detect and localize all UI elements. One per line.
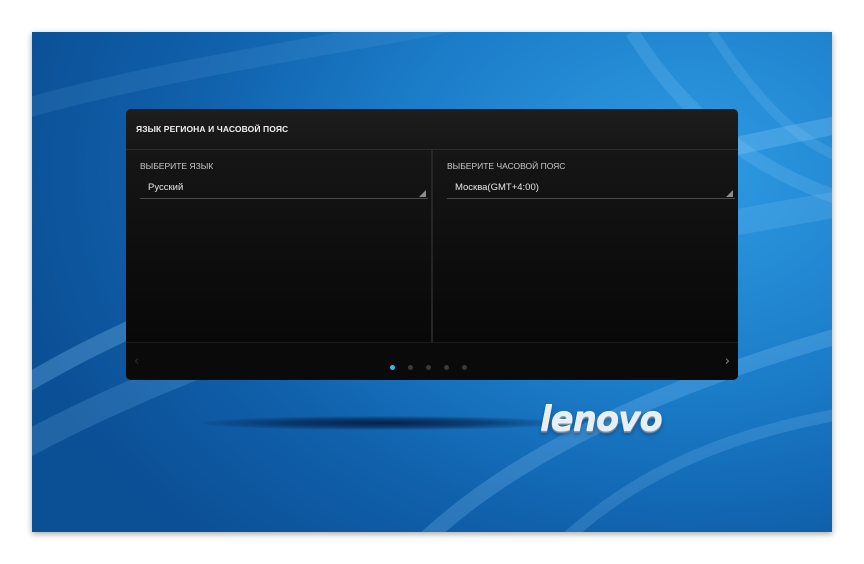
logo-shadow — [202, 416, 562, 430]
timezone-spinner-value: Москва(GMT+4:00) — [455, 182, 539, 193]
timezone-label: ВЫБЕРИТЕ ЧАСОВОЙ ПОЯС — [447, 161, 566, 171]
lenovo-setup-screen: lenovo ЯЗЫК РЕГИОНА И ЧАСОВОЙ ПОЯС ВЫБЕР… — [32, 32, 832, 532]
dropdown-corner-icon — [726, 190, 733, 197]
page-dot — [444, 365, 449, 370]
page-dot — [426, 365, 431, 370]
language-panel: ВЫБЕРИТЕ ЯЗЫК Русский — [126, 150, 431, 342]
dropdown-corner-icon — [419, 190, 426, 197]
dialog-title: ЯЗЫК РЕГИОНА И ЧАСОВОЙ ПОЯС — [136, 124, 289, 134]
language-spinner-value: Русский — [148, 182, 184, 193]
lenovo-logo: lenovo — [540, 400, 663, 440]
timezone-spinner[interactable]: Москва(GMT+4:00) — [447, 180, 735, 199]
timezone-panel: ВЫБЕРИТЕ ЧАСОВОЙ ПОЯС Москва(GMT+4:00) — [433, 150, 738, 342]
chevron-right-icon[interactable]: › — [725, 355, 730, 368]
page-dot — [390, 365, 395, 370]
chevron-left-icon[interactable]: ‹ — [134, 355, 139, 368]
language-spinner[interactable]: Русский — [140, 180, 428, 199]
dialog-header: ЯЗЫК РЕГИОНА И ЧАСОВОЙ ПОЯС — [126, 109, 738, 150]
page-dot — [408, 365, 413, 370]
page-dot — [462, 365, 467, 370]
language-label: ВЫБЕРИТЕ ЯЗЫК — [140, 161, 214, 171]
setup-dialog: ЯЗЫК РЕГИОНА И ЧАСОВОЙ ПОЯС ВЫБЕРИТЕ ЯЗЫ… — [126, 109, 738, 380]
pager-footer: ‹ › — [126, 342, 738, 380]
